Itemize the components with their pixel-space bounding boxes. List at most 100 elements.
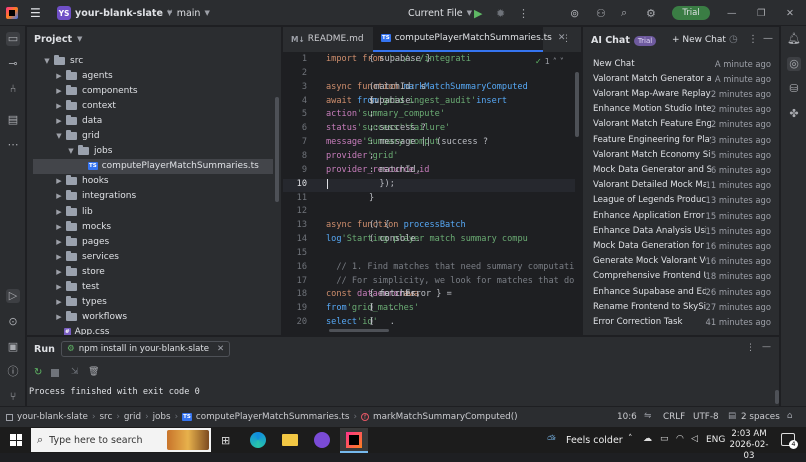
tree-folder[interactable]: ▶ hooks	[27, 174, 277, 189]
chevron-right-icon[interactable]: ▶	[54, 313, 64, 321]
task-view-icon[interactable]: ⊞	[221, 434, 230, 447]
git-icon[interactable]: ⑂	[6, 390, 20, 404]
commit-icon[interactable]: ⊸	[6, 57, 20, 71]
chat-history-item[interactable]: New Chat A minute ago	[593, 56, 771, 71]
minimize-panel-icon[interactable]: —	[763, 33, 773, 44]
chevron-right-icon[interactable]: ▶	[54, 238, 64, 246]
breadcrumb-item[interactable]: src	[99, 412, 112, 422]
stop-icon[interactable]	[51, 369, 59, 377]
database-icon[interactable]: ⛁	[787, 82, 801, 96]
code-line[interactable]: 11}	[283, 193, 575, 207]
chevron-right-icon[interactable]: ▶	[54, 223, 64, 231]
chat-history-item[interactable]: Enhance Motion Studio Integrat2 minutes …	[593, 102, 771, 117]
tree-folder[interactable]: ▶ integrations	[27, 189, 277, 204]
chat-history-item[interactable]: Mock Data Generation for LoL16 minutes a…	[593, 238, 771, 253]
tree-folder[interactable]: ▶ context	[27, 98, 277, 113]
webstorm-taskbar-item[interactable]	[340, 428, 368, 453]
onedrive-icon[interactable]: ☁︎	[643, 434, 652, 444]
project-selector[interactable]: YS your-blank-slate ▼	[57, 5, 172, 21]
breadcrumb-item[interactable]: your-blank-slate	[17, 412, 88, 422]
close-icon[interactable]: ✕	[786, 5, 794, 21]
code-line[interactable]: 17 // For simplicity, we look for matche…	[283, 276, 575, 290]
code-line[interactable]: 3 async function markMatchSummaryComputed…	[283, 82, 575, 96]
code-line[interactable]: 10 });	[283, 178, 575, 193]
tree-folder[interactable]: ▼ jobs	[27, 144, 277, 159]
scroll-to-end-icon[interactable]: ⇲	[71, 367, 79, 377]
weather-text[interactable]: Feels colder	[566, 435, 623, 446]
tree-folder[interactable]: ▶ mocks	[27, 219, 277, 234]
taskbar-search[interactable]: ⌕ Type here to search	[31, 428, 211, 452]
chevron-right-icon[interactable]: ▶	[54, 192, 64, 200]
tree-folder[interactable]: ▶ test	[27, 280, 277, 295]
tree-file[interactable]: # App.css	[27, 325, 277, 335]
breadcrumb-item[interactable]: jobs	[153, 412, 171, 422]
run-config-selector[interactable]: Current File ▼	[408, 5, 472, 21]
tree-folder[interactable]: ▶ store	[27, 264, 277, 279]
pull-request-icon[interactable]: ⑃	[6, 82, 20, 96]
chat-history-item[interactable]: Enhance Supabase and Edge F26 minutes ag…	[593, 284, 771, 299]
chevron-down-icon[interactable]: ▼	[54, 132, 64, 140]
file-explorer-icon[interactable]	[282, 434, 298, 446]
indent[interactable]: 2 spaces	[741, 412, 780, 422]
history-icon[interactable]: ◷	[729, 34, 738, 45]
chat-history-item[interactable]: League of Legends Production13 minutes a…	[593, 193, 771, 208]
services-icon[interactable]: ⊙	[6, 315, 20, 329]
search-icon[interactable]: ⌕	[621, 5, 627, 21]
project-panel-header[interactable]: Project ▼	[27, 27, 281, 51]
scrollbar[interactable]	[775, 390, 779, 404]
chevron-up-icon[interactable]: ˄	[553, 57, 557, 66]
more-icon[interactable]: ⋯	[6, 138, 20, 152]
clock[interactable]: 2:03 AM 2026-02-03	[727, 429, 771, 462]
rerun-icon[interactable]: ↻	[34, 367, 42, 378]
chevron-right-icon[interactable]: ▶	[54, 177, 64, 185]
chat-history-item[interactable]: Valorant Match Economy Simul5 minutes ag…	[593, 147, 771, 162]
code-line[interactable]: 15	[283, 248, 575, 262]
tree-folder[interactable]: ▶ lib	[27, 204, 277, 219]
chat-history-item[interactable]: Feature Engineering for Player-3 minutes…	[593, 132, 771, 147]
tree-folder[interactable]: ▶ workflows	[27, 310, 277, 325]
weather-icon[interactable]: ⛅︎	[547, 433, 556, 447]
scrollbar[interactable]	[275, 97, 279, 202]
tree-folder[interactable]: ▶ data	[27, 113, 277, 128]
edge-icon[interactable]	[250, 432, 266, 448]
ai-assistant-icon[interactable]: ⊚	[570, 5, 579, 21]
line-ending[interactable]: CRLF	[663, 412, 685, 422]
chevron-right-icon[interactable]: ▶	[54, 87, 64, 95]
trash-icon[interactable]: 🗑︎	[88, 367, 99, 377]
run-tool-icon[interactable]: ▷	[6, 289, 20, 303]
code-line[interactable]: 6 status: success ? 'success' : 'failure…	[283, 123, 575, 137]
code-line[interactable]: 9 provider_resource_id: matchId,	[283, 165, 575, 179]
tree-file[interactable]: TS computePlayerMatchSummaries.ts	[33, 158, 273, 174]
code-line[interactable]: 8 provider: 'grid',	[283, 151, 575, 165]
volume-icon[interactable]: ◁	[691, 434, 698, 444]
breadcrumb-item[interactable]: grid	[124, 412, 141, 422]
chevron-right-icon[interactable]: ▶	[54, 283, 64, 291]
minimize-icon[interactable]: —	[727, 5, 737, 21]
code-line[interactable]: 5 action: 'summary_compute',	[283, 109, 575, 123]
chat-history-item[interactable]: Mock Data Generator and Strea6 minutes a…	[593, 162, 771, 177]
chevron-right-icon[interactable]: ▶	[54, 253, 64, 261]
chevron-up-icon[interactable]: ˄	[628, 434, 633, 444]
notifications-icon[interactable]: 🔔︎	[787, 32, 801, 46]
chevron-down-icon[interactable]: ▼	[42, 57, 52, 65]
chevron-right-icon[interactable]: ▶	[54, 208, 64, 216]
plugin-icon[interactable]: ✤	[787, 107, 801, 121]
cursor-position[interactable]: 10:6	[617, 412, 637, 422]
language-indicator[interactable]: ENG	[706, 435, 725, 445]
folder-icon[interactable]: ▭	[6, 32, 20, 46]
chat-history-item[interactable]: Error Correction Task 41 minutes ago	[593, 314, 771, 329]
notification-center-icon[interactable]: 4	[781, 433, 798, 449]
chevron-down-icon[interactable]: ˅	[560, 57, 564, 66]
chevron-down-icon[interactable]: ▼	[66, 147, 76, 155]
inspection-widget[interactable]: ✓ 1 ˄ ˅	[535, 57, 564, 66]
tab-compute-player-match-summaries[interactable]: TS computePlayerMatchSummaries.ts ✕	[373, 26, 565, 52]
code-line[interactable]: 2	[283, 68, 575, 82]
code-line[interactable]: 1 import { supabase } from '../../integra…	[283, 54, 575, 68]
options-icon[interactable]: ⋮	[746, 343, 755, 353]
wifi-icon[interactable]: ◠	[676, 434, 684, 444]
chevron-right-icon[interactable]: ▶	[54, 102, 64, 110]
close-tab-icon[interactable]: ✕	[217, 344, 224, 354]
chevron-right-icon[interactable]: ▶	[54, 268, 64, 276]
run-tab[interactable]: ⚙ npm install in your-blank-slate ✕	[61, 341, 231, 357]
editor-h-scrollbar[interactable]	[329, 329, 389, 332]
